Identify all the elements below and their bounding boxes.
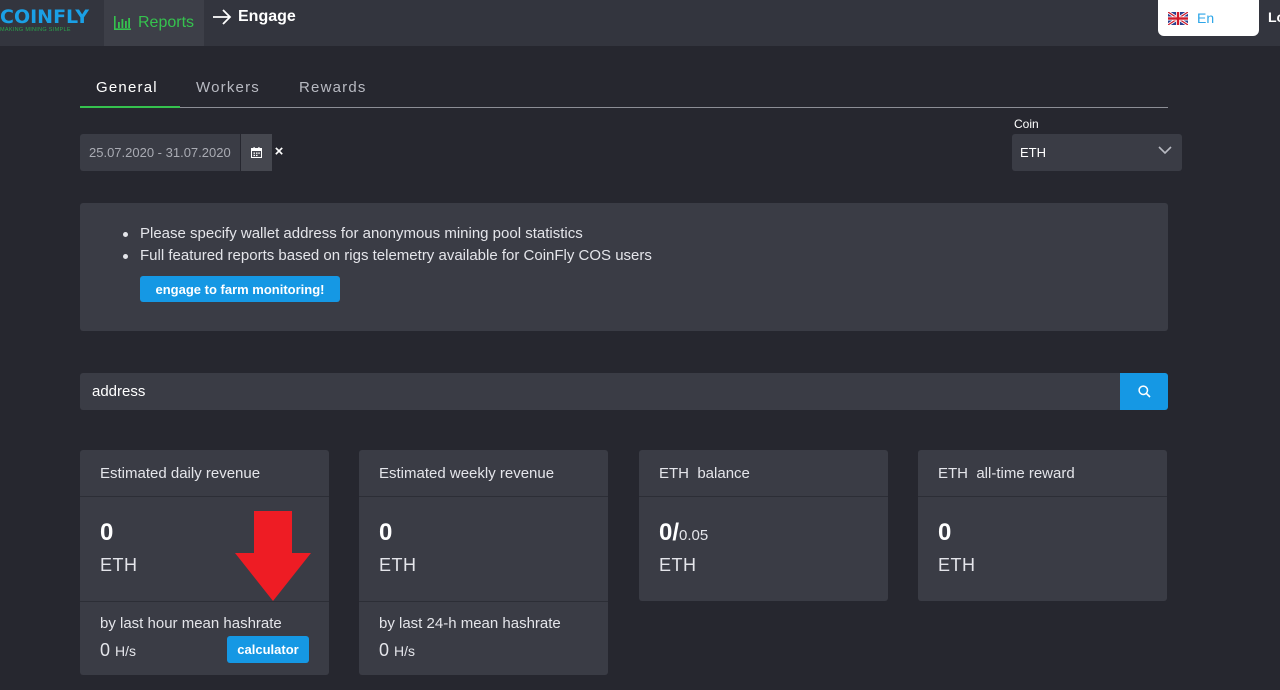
weekly-revenue-card: Estimated weekly revenue 0 ETH by last 2… bbox=[359, 450, 608, 675]
card-unit: ETH bbox=[659, 555, 697, 575]
card-value: 0 bbox=[379, 519, 393, 546]
hashrate-number: 0 bbox=[100, 640, 111, 660]
date-picker-button[interactable] bbox=[241, 134, 272, 171]
card-title: ETH all-time reward bbox=[918, 450, 1167, 497]
balance-value: 0/ bbox=[659, 519, 680, 546]
card-title: Estimated weekly revenue bbox=[359, 450, 608, 497]
search-icon bbox=[1137, 385, 1151, 398]
login-link[interactable]: Lo bbox=[1268, 9, 1280, 25]
coin-select[interactable]: ETH bbox=[1012, 134, 1182, 171]
red-down-arrow-annotation bbox=[235, 511, 311, 601]
search-button[interactable] bbox=[1120, 373, 1168, 410]
notice-item: Full featured reports based on rigs tele… bbox=[123, 245, 652, 267]
all-time-reward-card: ETH all-time reward 0 ETH bbox=[918, 450, 1167, 601]
tab-general[interactable]: General bbox=[96, 72, 158, 108]
notice-list: Please specify wallet address for anonym… bbox=[123, 223, 652, 267]
info-notice: Please specify wallet address for anonym… bbox=[80, 203, 1168, 331]
hashrate-label: by last 24-h mean hashrate bbox=[379, 615, 561, 632]
uk-flag-icon bbox=[1168, 11, 1188, 25]
calendar-icon bbox=[251, 147, 262, 158]
card-unit: ETH bbox=[379, 555, 417, 575]
hashrate-unit: H/s bbox=[394, 643, 416, 659]
hashrate-value: 0 H/s bbox=[379, 640, 415, 661]
nav-engage[interactable]: Engage bbox=[212, 0, 296, 34]
tab-rewards[interactable]: Rewards bbox=[299, 72, 367, 108]
tab-workers[interactable]: Workers bbox=[196, 72, 260, 108]
nav-reports-label: Reports bbox=[138, 14, 195, 31]
coin-value: ETH bbox=[1020, 145, 1046, 160]
card-value: 0/0.05 bbox=[659, 519, 708, 547]
date-range-input[interactable]: 25.07.2020 - 31.07.2020 bbox=[80, 134, 240, 171]
card-unit: ETH bbox=[938, 555, 976, 575]
balance-threshold: 0.05 bbox=[679, 527, 709, 544]
language-label: En bbox=[1197, 10, 1215, 26]
coinfly-logo[interactable]: COINFLY MAKING MINING SIMPLE bbox=[0, 6, 92, 40]
nav-reports[interactable]: Reports bbox=[104, 0, 204, 46]
clear-date-button[interactable]: × bbox=[272, 144, 286, 160]
eth-balance-card: ETH balance 0/0.05 ETH bbox=[639, 450, 888, 601]
card-title: ETH balance bbox=[639, 450, 888, 497]
calculator-button[interactable]: calculator bbox=[227, 636, 309, 663]
hashrate-number: 0 bbox=[379, 640, 390, 660]
language-selector[interactable]: En bbox=[1158, 0, 1259, 36]
top-navigation-bar: COINFLY MAKING MINING SIMPLE Reports Eng… bbox=[0, 0, 1280, 46]
card-body: 0/0.05 ETH bbox=[639, 497, 888, 601]
card-unit: ETH bbox=[100, 555, 138, 575]
bar-chart-icon bbox=[114, 16, 131, 30]
card-body: 0 ETH bbox=[359, 497, 608, 601]
card-value: 0 bbox=[100, 519, 114, 546]
chevron-down-icon bbox=[1158, 146, 1172, 155]
hashrate-unit: H/s bbox=[115, 643, 137, 659]
report-tabs: General Workers Rewards bbox=[80, 72, 1168, 108]
card-body: 0 ETH bbox=[918, 497, 1167, 601]
nav-engage-label: Engage bbox=[238, 8, 296, 25]
hashrate-label: by last hour mean hashrate bbox=[100, 615, 282, 632]
card-footer: by last 24-h mean hashrate 0 H/s bbox=[359, 601, 608, 675]
active-tab-indicator bbox=[80, 106, 180, 108]
logo-tagline: MAKING MINING SIMPLE bbox=[0, 27, 71, 33]
engage-farm-monitoring-button[interactable]: engage to farm monitoring! bbox=[140, 276, 340, 302]
card-footer: by last hour mean hashrate 0 H/s calculat… bbox=[80, 601, 329, 675]
arrow-right-icon bbox=[213, 9, 232, 25]
address-input[interactable] bbox=[80, 373, 1120, 410]
hashrate-value: 0 H/s bbox=[100, 640, 136, 661]
coin-label: Coin bbox=[1014, 117, 1039, 131]
logo-text: COINFLY bbox=[0, 6, 89, 28]
card-value: 0 bbox=[938, 519, 952, 546]
notice-item: Please specify wallet address for anonym… bbox=[123, 223, 652, 245]
card-title: Estimated daily revenue bbox=[80, 450, 329, 497]
